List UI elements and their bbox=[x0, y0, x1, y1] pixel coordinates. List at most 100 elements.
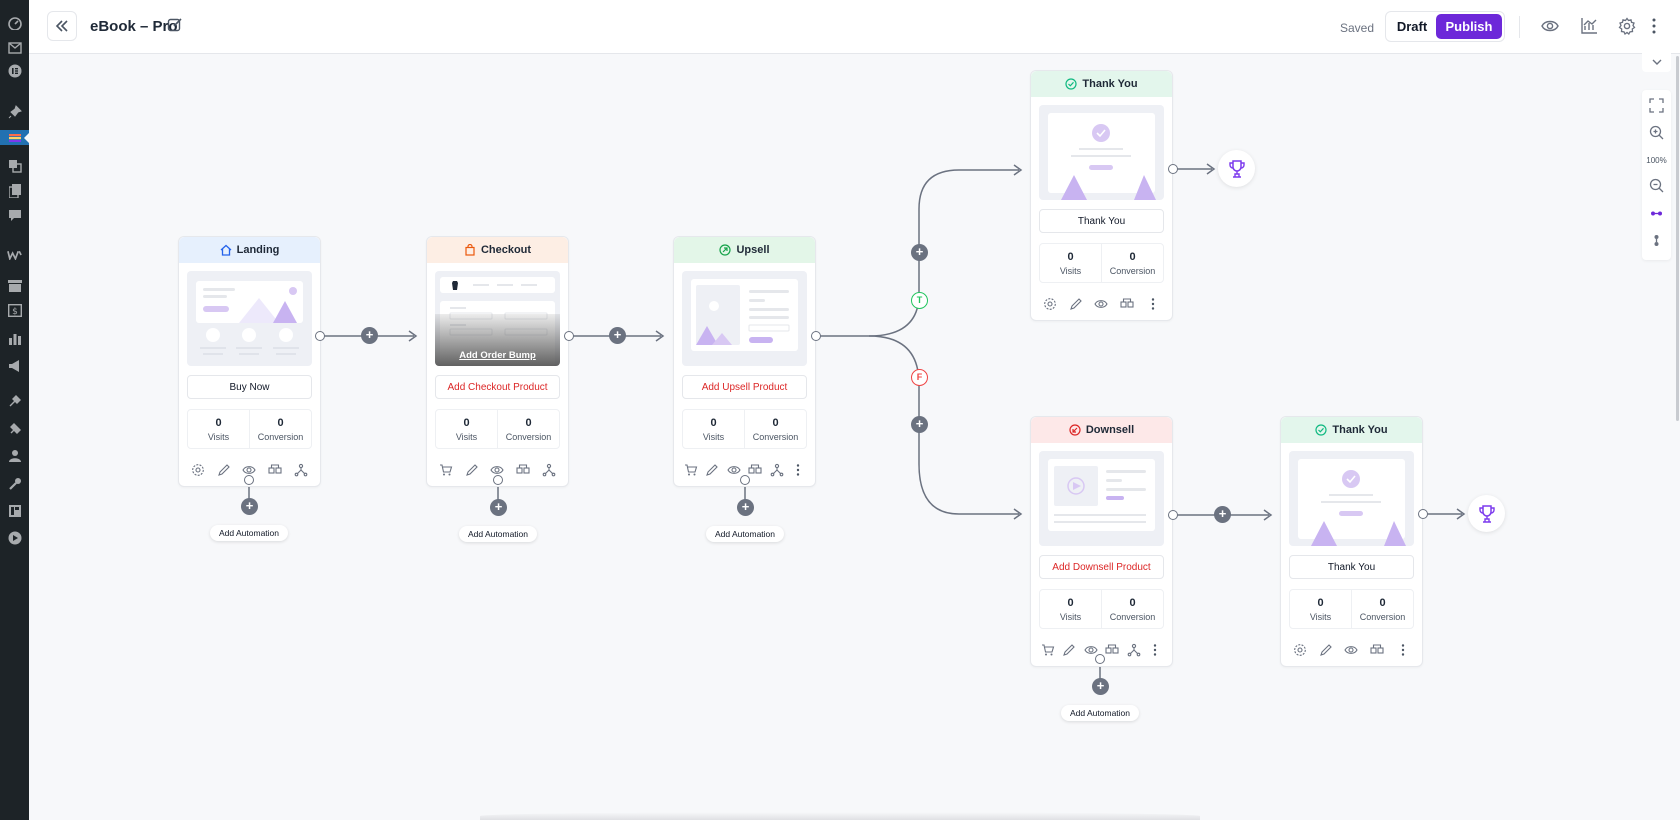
step-output-port[interactable] bbox=[564, 331, 574, 341]
back-button[interactable] bbox=[47, 11, 77, 41]
comments-icon[interactable] bbox=[7, 208, 22, 223]
step-header-landing[interactable]: Landing bbox=[179, 237, 320, 263]
edit-pencil-icon[interactable] bbox=[465, 463, 479, 477]
view-eye-icon[interactable] bbox=[1094, 297, 1109, 311]
add-step-false-branch-button[interactable]: + bbox=[911, 416, 928, 433]
settings-gear-icon[interactable] bbox=[1293, 643, 1307, 657]
pin-icon[interactable] bbox=[7, 104, 22, 119]
step-header-checkout[interactable]: Checkout bbox=[427, 237, 568, 263]
ab-test-icon[interactable] bbox=[1105, 643, 1119, 657]
pages-icon[interactable] bbox=[7, 183, 22, 198]
tools-icon[interactable] bbox=[7, 476, 22, 491]
product-cart-icon[interactable] bbox=[1041, 643, 1055, 657]
step-card-upsell[interactable]: Upsell Add Upsell Product 0 Visits 0 Conve… bbox=[673, 236, 816, 487]
page-thumbnail[interactable] bbox=[1039, 451, 1164, 546]
elementor-icon[interactable] bbox=[7, 63, 22, 78]
add-automation-plus-button[interactable]: + bbox=[1092, 678, 1109, 695]
more-options-icon[interactable] bbox=[1645, 17, 1663, 35]
appearance-icon[interactable] bbox=[7, 393, 22, 408]
add-step-true-branch-button[interactable]: + bbox=[911, 244, 928, 261]
edit-title-icon[interactable] bbox=[167, 17, 183, 33]
add-automation-plus-button[interactable]: + bbox=[490, 499, 507, 516]
add-automation-button[interactable]: Add Automation bbox=[210, 525, 288, 541]
ab-test-icon[interactable] bbox=[516, 463, 530, 477]
analytics-icon[interactable] bbox=[7, 331, 22, 346]
step-output-port[interactable] bbox=[811, 331, 821, 341]
step-card-thankyou-bottom[interactable]: Thank You Thank You 0 Visits 0 Conversion bbox=[1280, 416, 1423, 667]
automation-port[interactable] bbox=[1095, 654, 1105, 664]
horizontal-layout-icon[interactable] bbox=[1649, 206, 1664, 221]
add-automation-button[interactable]: Add Automation bbox=[459, 526, 537, 542]
analytics-chart-icon[interactable] bbox=[1580, 17, 1598, 35]
add-automation-plus-button[interactable]: + bbox=[737, 499, 754, 516]
step-card-downsell[interactable]: Downsell Add Downsell Product 0 Visits 0 C… bbox=[1030, 416, 1173, 667]
products-icon[interactable] bbox=[7, 278, 22, 293]
step-header-thankyou[interactable]: Thank You bbox=[1281, 417, 1422, 443]
dashboard-icon[interactable] bbox=[7, 15, 22, 30]
goal-trophy-icon[interactable] bbox=[1468, 495, 1505, 532]
collapse-menu-icon[interactable] bbox=[7, 530, 22, 545]
step-header-downsell[interactable]: Downsell bbox=[1031, 417, 1172, 443]
automation-port[interactable] bbox=[244, 475, 254, 485]
users-icon[interactable] bbox=[7, 448, 22, 463]
step-output-port[interactable] bbox=[1418, 509, 1428, 519]
rules-branch-icon[interactable] bbox=[294, 463, 308, 477]
view-eye-icon[interactable] bbox=[1344, 643, 1359, 657]
preview-eye-icon[interactable] bbox=[1541, 17, 1559, 35]
product-cart-icon[interactable] bbox=[684, 463, 698, 477]
settings-gear-icon[interactable] bbox=[191, 463, 205, 477]
zoom-out-icon[interactable] bbox=[1649, 178, 1664, 193]
step-card-thankyou-top[interactable]: Thank You Thank You 0 Visits 0 Conversion bbox=[1030, 70, 1173, 321]
product-cart-icon[interactable] bbox=[439, 463, 453, 477]
fullscreen-icon[interactable] bbox=[1649, 98, 1664, 113]
page-thumbnail[interactable] bbox=[1289, 451, 1414, 546]
add-order-bump-link[interactable]: Add Order Bump bbox=[435, 350, 560, 361]
zoom-in-icon[interactable] bbox=[1649, 125, 1664, 140]
ab-test-icon[interactable] bbox=[268, 463, 282, 477]
rules-branch-icon[interactable] bbox=[1127, 643, 1141, 657]
step-output-port[interactable] bbox=[315, 331, 325, 341]
edit-pencil-icon[interactable] bbox=[217, 463, 231, 477]
more-vertical-icon[interactable] bbox=[1148, 643, 1162, 657]
view-eye-icon[interactable] bbox=[727, 463, 741, 477]
rules-branch-icon[interactable] bbox=[770, 463, 784, 477]
cartflows-menu-icon[interactable] bbox=[0, 130, 29, 145]
draft-button[interactable]: Draft bbox=[1388, 19, 1436, 34]
ab-test-icon[interactable] bbox=[1120, 297, 1134, 311]
add-upsell-product-button[interactable]: Add Upsell Product bbox=[682, 375, 807, 399]
add-step-button[interactable]: + bbox=[361, 327, 378, 344]
add-checkout-product-button[interactable]: Add Checkout Product bbox=[435, 375, 560, 399]
page-thumbnail[interactable] bbox=[187, 271, 312, 366]
goal-trophy-icon[interactable] bbox=[1218, 150, 1255, 187]
step-header-thankyou[interactable]: Thank You bbox=[1031, 71, 1172, 97]
mail-icon[interactable] bbox=[7, 40, 22, 55]
publish-button[interactable]: Publish bbox=[1436, 14, 1502, 39]
edit-pencil-icon[interactable] bbox=[705, 463, 719, 477]
canvas-scrollbar[interactable] bbox=[1676, 56, 1679, 421]
page-thumbnail[interactable] bbox=[682, 271, 807, 366]
marketing-icon[interactable] bbox=[7, 358, 22, 373]
collapse-toolbar-button[interactable] bbox=[1642, 52, 1671, 72]
automation-port[interactable] bbox=[740, 475, 750, 485]
automation-port[interactable] bbox=[493, 475, 503, 485]
more-vertical-icon[interactable] bbox=[1396, 643, 1410, 657]
step-output-port[interactable] bbox=[1168, 510, 1178, 520]
more-vertical-icon[interactable] bbox=[1146, 297, 1160, 311]
page-thumbnail[interactable]: Add Order Bump bbox=[435, 271, 560, 366]
step-title[interactable]: Buy Now bbox=[187, 375, 312, 399]
edit-pencil-icon[interactable] bbox=[1319, 643, 1333, 657]
ab-test-icon[interactable] bbox=[1370, 643, 1384, 657]
add-automation-button[interactable]: Add Automation bbox=[706, 526, 784, 542]
add-step-button[interactable]: + bbox=[1214, 506, 1231, 523]
plugins-icon[interactable] bbox=[7, 421, 22, 436]
add-downsell-product-button[interactable]: Add Downsell Product bbox=[1039, 555, 1164, 579]
step-title[interactable]: Thank You bbox=[1289, 555, 1414, 579]
payments-icon[interactable]: $ bbox=[7, 303, 22, 318]
woocommerce-icon[interactable] bbox=[7, 247, 22, 262]
add-step-button[interactable]: + bbox=[609, 327, 626, 344]
settings-icon[interactable] bbox=[7, 503, 22, 518]
step-card-landing[interactable]: Landing Buy Now 0 Visits 0 Conversion bbox=[178, 236, 321, 487]
rules-branch-icon[interactable] bbox=[542, 463, 556, 477]
ab-test-icon[interactable] bbox=[748, 463, 762, 477]
more-vertical-icon[interactable] bbox=[791, 463, 805, 477]
